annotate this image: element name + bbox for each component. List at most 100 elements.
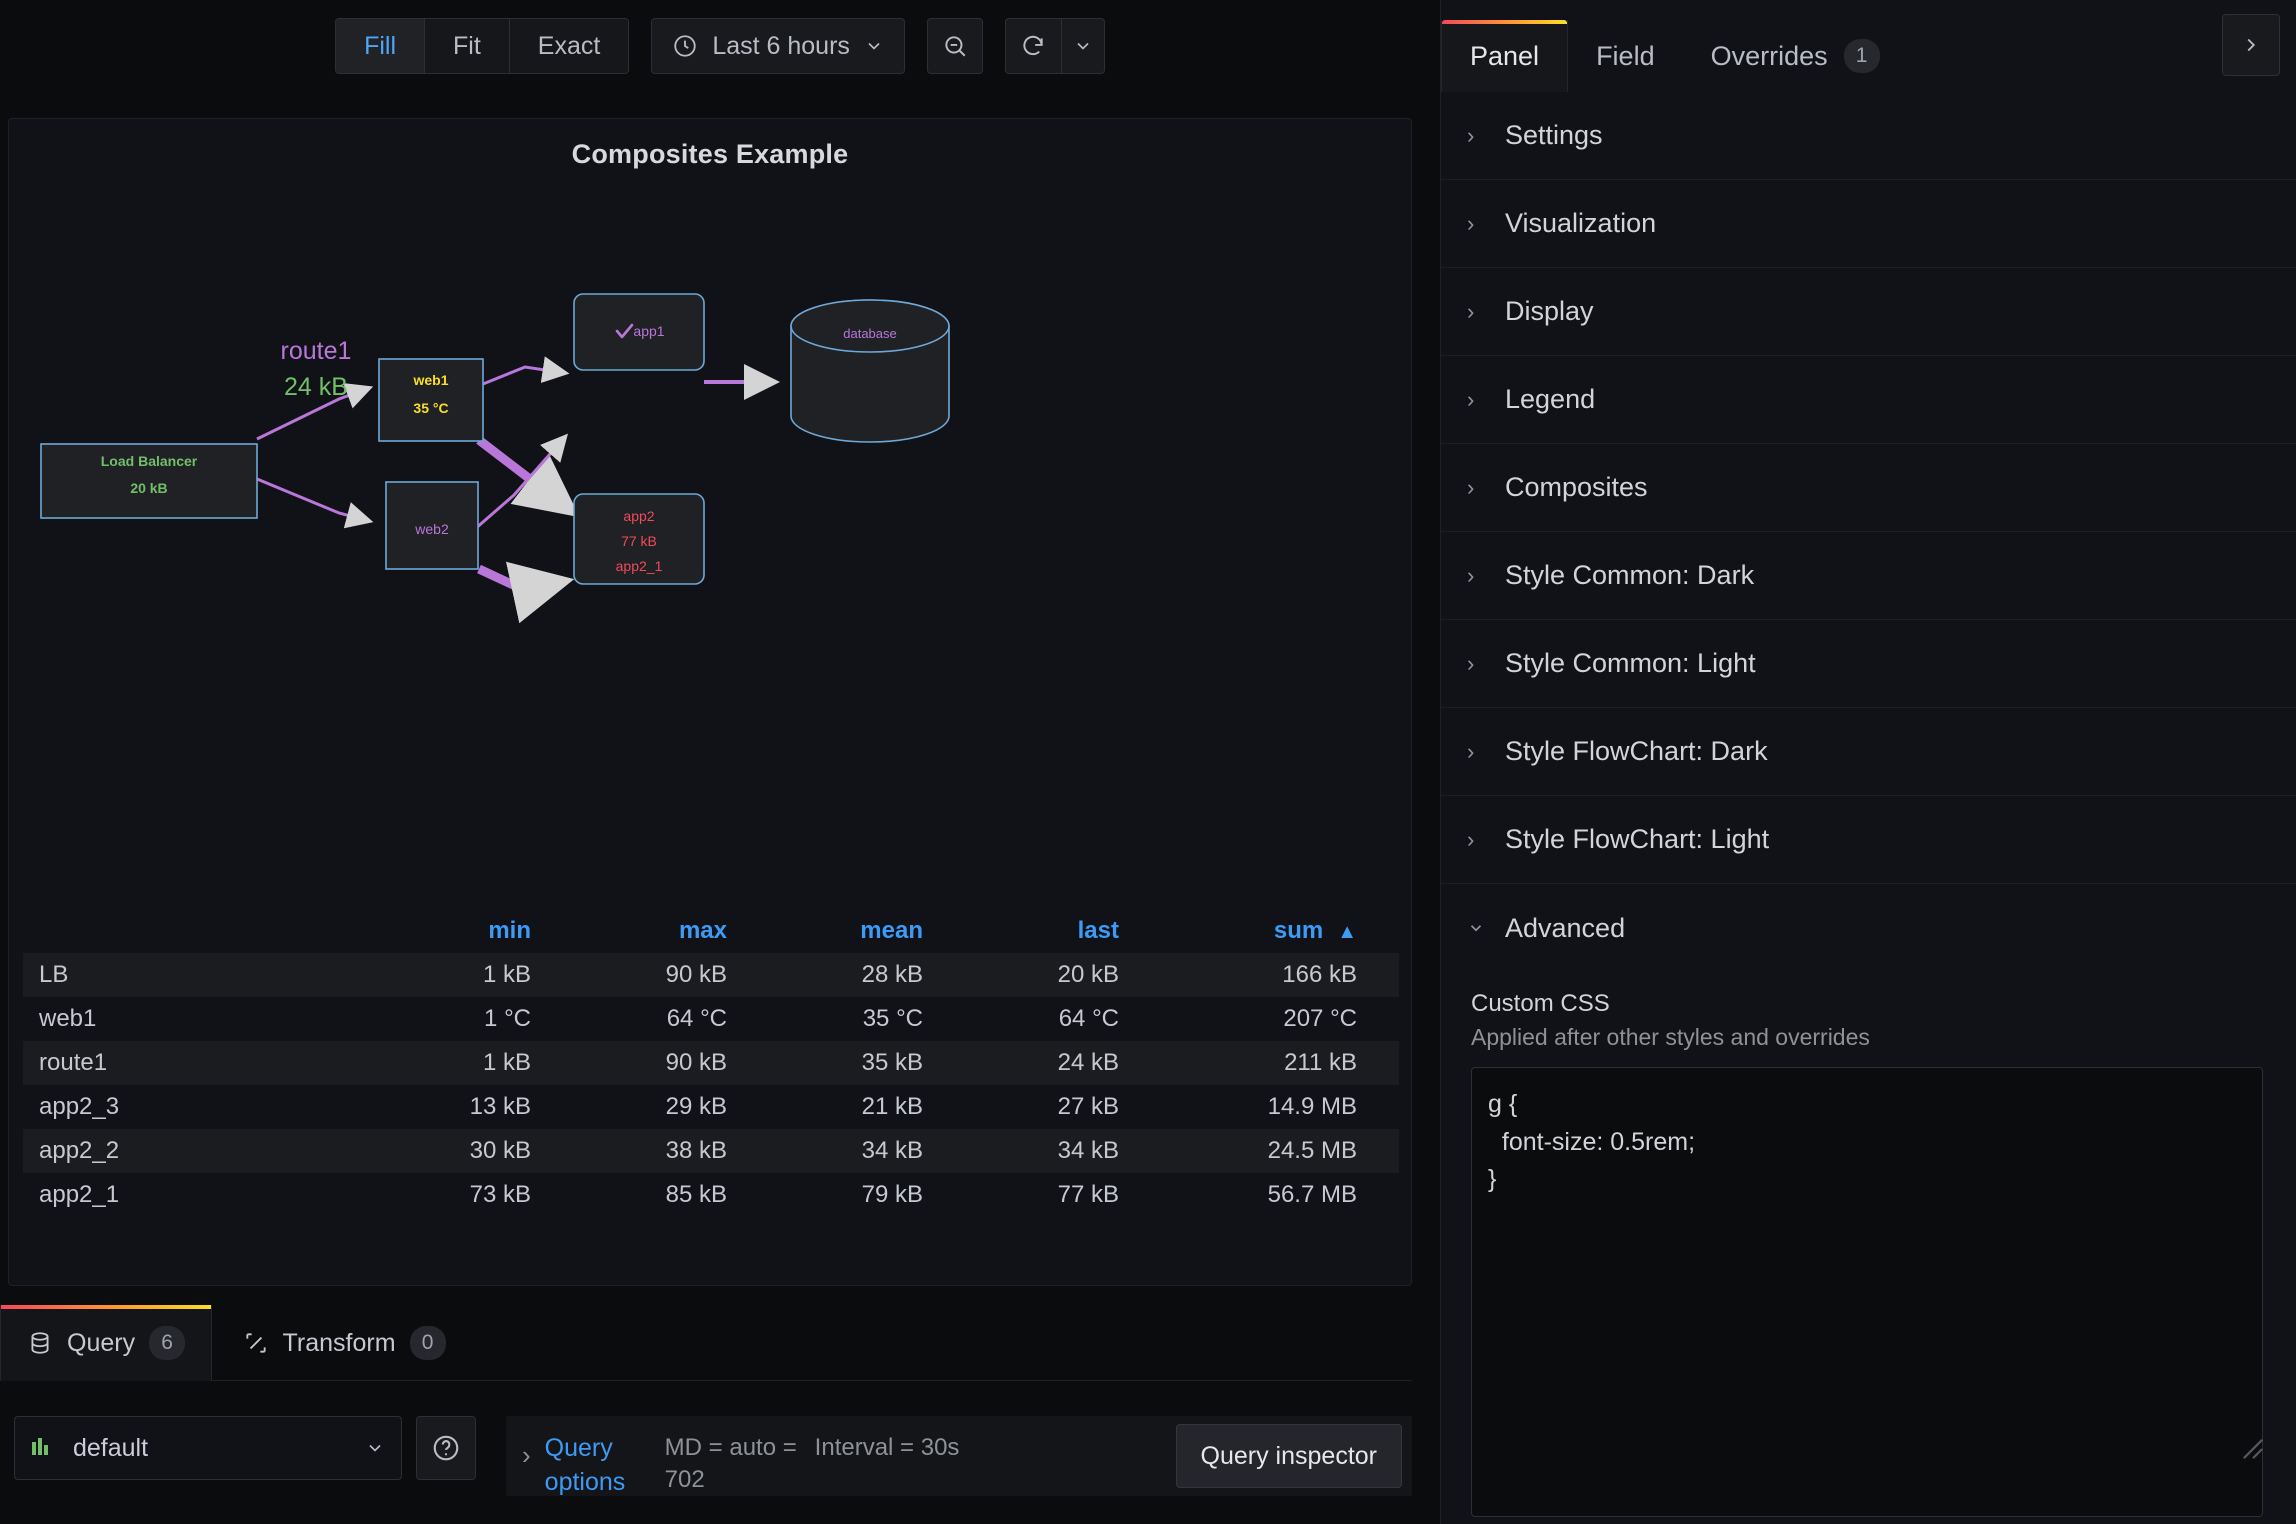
chevron-right-icon: › xyxy=(1467,298,1475,324)
table-row[interactable]: LB 1 kB 90 kB 28 kB 20 kB 166 kB xyxy=(23,953,1399,997)
refresh-button[interactable] xyxy=(1004,18,1061,74)
table-header-row: min max mean last sum ▲ xyxy=(23,909,1399,953)
cell-sum: 56.7 MB xyxy=(1267,1181,1357,1208)
svg-text:app2_1: app2_1 xyxy=(616,558,663,574)
chevron-right-icon[interactable]: › xyxy=(516,1416,545,1471)
cell-name: app2_1 xyxy=(39,1181,120,1208)
cell-max: 90 kB xyxy=(665,961,727,988)
tab-query-label: Query xyxy=(67,1328,136,1357)
sidebar-section-display-label: Display xyxy=(1505,296,1594,326)
cell-sum: 24.5 MB xyxy=(1267,1137,1357,1164)
cell-name: web1 xyxy=(39,1005,97,1032)
cell-last: 27 kB xyxy=(1057,1093,1119,1120)
refresh-icon xyxy=(1020,33,1046,59)
sidebar-section-visualization[interactable]: › Visualization xyxy=(1441,180,2296,268)
chevron-right-icon: › xyxy=(1467,122,1475,148)
cell-last: 34 kB xyxy=(1057,1137,1119,1164)
cell-sum: 166 kB xyxy=(1282,961,1357,988)
sidebar-tab-field-label: Field xyxy=(1596,40,1655,71)
sidebar-section-settings[interactable]: › Settings xyxy=(1441,92,2296,180)
query-options-toggle[interactable]: Query options xyxy=(545,1416,665,1500)
node-web1: web1 35 °C xyxy=(378,358,484,442)
panel-size-mode-group: Fill Fit Exact xyxy=(335,18,630,74)
sidebar-section-style-common-dark[interactable]: › Style Common: Dark xyxy=(1441,532,2296,620)
size-mode-exact-button[interactable]: Exact xyxy=(509,19,629,73)
tab-query[interactable]: Query 6 xyxy=(0,1305,213,1381)
query-tab-bar: Query 6 Transform 0 xyxy=(0,1305,1412,1381)
flowchart-diagram[interactable]: Load Balancer 20 kB web1 35 °C web2 app1 xyxy=(9,169,1413,789)
datasource-help-button[interactable] xyxy=(416,1416,476,1480)
table-row[interactable]: route1 1 kB 90 kB 35 kB 24 kB 211 kB xyxy=(23,1041,1399,1085)
tab-transform[interactable]: Transform 0 xyxy=(217,1305,472,1381)
svg-text:database: database xyxy=(843,326,897,341)
datasource-icon xyxy=(31,1437,57,1459)
sidebar-tab-panel[interactable]: Panel xyxy=(1441,20,1569,92)
sidebar-section-advanced[interactable]: Advanced xyxy=(1441,884,2296,972)
custom-css-label: Custom CSS xyxy=(1471,990,1610,1017)
sidebar-section-settings-label: Settings xyxy=(1505,120,1603,150)
chevron-right-icon: › xyxy=(1467,562,1475,588)
col-header-min[interactable]: min xyxy=(353,917,549,945)
sidebar-section-display[interactable]: › Display xyxy=(1441,268,2296,356)
col-header-last[interactable]: last xyxy=(941,917,1137,945)
cell-name: app2_2 xyxy=(39,1137,120,1164)
table-row[interactable]: app2_2 30 kB 38 kB 34 kB 34 kB 24.5 MB xyxy=(23,1129,1399,1173)
interval-info: Interval = 30s xyxy=(814,1434,960,1461)
advanced-section-body: Custom CSS Applied after other styles an… xyxy=(1441,972,2296,1517)
edge-label-route1: route1 24 kB xyxy=(281,337,352,401)
visualization-panel: Composites Example Load Balancer 20 kB w… xyxy=(8,118,1412,1286)
size-mode-fit-button[interactable]: Fit xyxy=(425,19,510,73)
sidebar-section-style-common-light[interactable]: › Style Common: Light xyxy=(1441,620,2296,708)
sidebar-section-legend-label: Legend xyxy=(1505,384,1596,414)
cell-last: 20 kB xyxy=(1057,961,1119,988)
cell-max: 38 kB xyxy=(665,1137,727,1164)
overrides-count-badge: 1 xyxy=(1843,39,1880,73)
sidebar-tab-field[interactable]: Field xyxy=(1568,20,1683,92)
size-mode-fill-button[interactable]: Fill xyxy=(336,19,426,73)
sidebar-section-style-flowchart-light[interactable]: › Style FlowChart: Light xyxy=(1441,796,2296,884)
cell-min: 1 kB xyxy=(482,1049,531,1076)
sidebar-tab-overrides[interactable]: Overrides 1 xyxy=(1683,20,1908,92)
col-header-mean[interactable]: mean xyxy=(745,917,941,945)
chevron-down-icon xyxy=(1073,36,1093,56)
chevron-down-icon xyxy=(1467,919,1483,937)
sidebar-section-style-flowchart-dark[interactable]: › Style FlowChart: Dark xyxy=(1441,708,2296,796)
transform-icon xyxy=(243,1330,269,1356)
svg-text:app2: app2 xyxy=(623,508,654,524)
sidebar-section-composites[interactable]: › Composites xyxy=(1441,444,2296,532)
sidebar-section-advanced-label: Advanced xyxy=(1505,912,1626,943)
cell-last: 77 kB xyxy=(1057,1181,1119,1208)
chevron-right-icon: › xyxy=(1467,386,1475,412)
col-header-max[interactable]: max xyxy=(549,917,745,945)
sidebar-section-visualization-label: Visualization xyxy=(1505,208,1657,238)
cell-name: app2_3 xyxy=(39,1093,120,1120)
datasource-picker[interactable]: default xyxy=(14,1416,402,1480)
zoom-out-button[interactable] xyxy=(926,18,983,74)
collapse-sidebar-button[interactable] xyxy=(2222,14,2280,76)
svg-text:app1: app1 xyxy=(633,323,664,339)
table-row[interactable]: web1 1 °C 64 °C 35 °C 64 °C 207 °C xyxy=(23,997,1399,1041)
cell-min: 73 kB xyxy=(469,1181,531,1208)
svg-text:Load Balancer: Load Balancer xyxy=(101,453,198,469)
refresh-group xyxy=(1004,18,1105,74)
sidebar-section-style-flowchart-light-label: Style FlowChart: Light xyxy=(1505,824,1770,854)
cell-max: 29 kB xyxy=(665,1093,727,1120)
time-range-picker[interactable]: Last 6 hours xyxy=(651,18,905,74)
node-load-balancer: Load Balancer 20 kB xyxy=(40,443,258,519)
sidebar-section-legend[interactable]: › Legend xyxy=(1441,356,2296,444)
sidebar-section-composites-label: Composites xyxy=(1505,472,1648,502)
table-row[interactable]: app2_1 73 kB 85 kB 79 kB 77 kB 56.7 MB xyxy=(23,1173,1399,1217)
table-row[interactable]: app2_3 13 kB 29 kB 21 kB 27 kB 14.9 MB xyxy=(23,1085,1399,1129)
time-range-label: Last 6 hours xyxy=(712,31,850,60)
sidebar-section-style-flowchart-dark-label: Style FlowChart: Dark xyxy=(1505,736,1768,766)
refresh-interval-dropdown-button[interactable] xyxy=(1060,18,1105,74)
top-toolbar: Fill Fit Exact Last 6 hours xyxy=(0,0,1440,92)
cell-last: 24 kB xyxy=(1057,1049,1119,1076)
query-inspector-button[interactable]: Query inspector xyxy=(1175,1424,1402,1488)
col-header-sum[interactable]: sum ▲ xyxy=(1137,917,1363,945)
resize-handle-icon[interactable] xyxy=(2242,1438,2264,1460)
sidebar-tab-panel-label: Panel xyxy=(1470,40,1540,71)
node-web2: web2 xyxy=(385,481,479,570)
cell-sum: 14.9 MB xyxy=(1267,1093,1357,1120)
custom-css-textarea[interactable]: g { font-size: 0.5rem; } xyxy=(1471,1067,2263,1517)
